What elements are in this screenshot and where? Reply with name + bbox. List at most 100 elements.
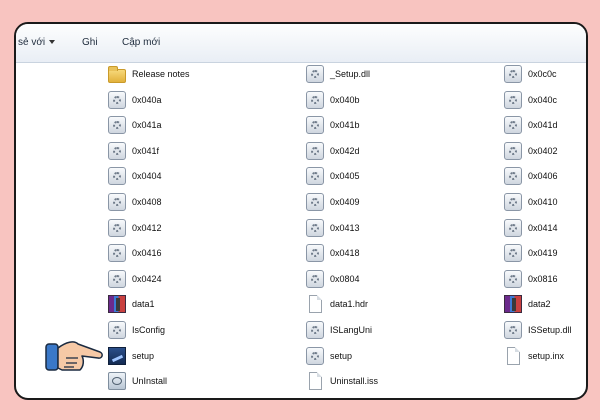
file-item[interactable]: Release notes	[108, 63, 293, 85]
file-item[interactable]: _Setup.dll	[306, 63, 491, 85]
file-name: 0x041f	[132, 145, 160, 156]
file-item[interactable]: 0x0404	[108, 165, 293, 187]
file-item[interactable]: 0x042d	[306, 140, 491, 162]
dll-gear-icon	[108, 167, 126, 186]
file-item[interactable]: 0x0424	[108, 268, 293, 290]
file-name: _Setup.dll	[330, 69, 371, 79]
file-name: 0x0405	[330, 171, 360, 182]
dll-gear-icon	[306, 65, 324, 83]
file-item[interactable]: 0x0419	[504, 242, 586, 264]
file-item[interactable]: 0x0414	[504, 217, 586, 239]
file-item[interactable]: 0x0402	[504, 140, 586, 162]
file-item[interactable]: 0x0804	[306, 268, 491, 290]
file-name: 0x041a	[132, 120, 162, 131]
file-name: 0x040a	[132, 94, 162, 105]
archive-icon	[504, 295, 522, 314]
file-item[interactable]: 0x0418	[306, 242, 491, 264]
file-name: 0x0410	[528, 197, 558, 207]
file-item[interactable]: setup.inx	[504, 345, 586, 367]
dll-gear-icon	[306, 244, 324, 263]
file-name: IsConfig	[132, 325, 166, 335]
file-item[interactable]: 0x0816	[504, 268, 586, 290]
dll-gear-icon	[108, 269, 126, 288]
archive-icon	[108, 295, 126, 314]
dll-gear-icon	[504, 269, 522, 288]
share-with-button[interactable]: sẻ với	[18, 37, 56, 48]
file-name: 0x0804	[330, 273, 360, 284]
file-name: setup	[330, 350, 353, 361]
file-name: data2	[528, 299, 551, 310]
file-item[interactable]: ISSetup.dll	[504, 319, 586, 341]
file-name: 0x0424	[132, 273, 162, 284]
file-item[interactable]: UnInstall	[108, 370, 293, 392]
file-item[interactable]: data1.hdr	[306, 293, 491, 315]
file-name: 0x042d	[330, 145, 360, 156]
file-name: 0x0c0c	[528, 69, 557, 79]
file-item[interactable]: 0x0410	[504, 191, 586, 213]
dll-gear-icon	[504, 90, 522, 109]
file-item[interactable]: 0x041b	[306, 114, 491, 136]
file-item[interactable]: 0x041d	[504, 114, 586, 136]
file-item[interactable]: data2	[504, 293, 586, 315]
file-item[interactable]: 0x0413	[306, 217, 491, 239]
file-item[interactable]: 0x041f	[108, 140, 293, 162]
file-item[interactable]: setup	[108, 345, 293, 367]
dll-gear-icon	[504, 141, 522, 160]
dll-gear-icon	[108, 321, 126, 339]
dll-gear-icon	[504, 218, 522, 237]
file-item[interactable]: 0x0412	[108, 217, 293, 239]
file-name: 0x0816	[528, 273, 558, 284]
uninstall-icon	[108, 372, 126, 391]
dll-gear-icon	[108, 116, 126, 135]
file-item[interactable]: 0x040c	[504, 89, 586, 111]
file-item[interactable]: 0x0408	[108, 191, 293, 213]
file-name: 0x0418	[330, 248, 360, 259]
dll-gear-icon	[504, 65, 522, 83]
file-item[interactable]: 0x0405	[306, 165, 491, 187]
file-name: 0x041d	[528, 120, 558, 131]
file-item[interactable]: IsConfig	[108, 319, 293, 341]
file-item[interactable]: setup	[306, 345, 491, 367]
folder-icon	[108, 66, 126, 83]
dll-gear-icon	[306, 90, 324, 109]
file-item[interactable]: 0x0416	[108, 242, 293, 264]
file-item[interactable]: Uninstall.iss	[306, 370, 491, 392]
dll-gear-icon	[306, 167, 324, 186]
file-item[interactable]: 0x040b	[306, 89, 491, 111]
file-name: 0x040c	[528, 94, 558, 105]
burn-button[interactable]: Ghi	[82, 37, 98, 48]
file-item[interactable]: 0x0406	[504, 165, 586, 187]
dll-gear-icon	[306, 141, 324, 160]
blank-file-icon	[309, 372, 322, 391]
file-name: setup	[132, 350, 155, 361]
file-name: 0x0419	[528, 248, 558, 259]
file-name: data1.hdr	[330, 299, 369, 310]
file-item[interactable]: data1	[108, 293, 293, 315]
dll-gear-icon	[306, 346, 324, 365]
share-with-label: sẻ với	[18, 37, 46, 48]
file-name: 0x0413	[330, 222, 360, 233]
setup-installer-icon	[108, 346, 126, 365]
file-name: 0x040b	[330, 94, 360, 105]
file-name: 0x0409	[330, 197, 360, 207]
dll-gear-icon	[108, 218, 126, 237]
file-name: ISSetup.dll	[528, 325, 572, 335]
dll-gear-icon	[306, 193, 324, 211]
blank-file-icon	[309, 295, 322, 314]
file-item[interactable]: 0x0409	[306, 191, 491, 213]
file-name: 0x0404	[132, 171, 162, 182]
file-item[interactable]: 0x040a	[108, 89, 293, 111]
file-item[interactable]: ISLangUni	[306, 319, 491, 341]
file-name: Uninstall.iss	[330, 376, 379, 387]
file-name: 0x0414	[528, 222, 558, 233]
file-name: setup.inx	[528, 350, 565, 361]
file-item[interactable]: 0x041a	[108, 114, 293, 136]
dll-gear-icon	[306, 218, 324, 237]
dll-gear-icon	[108, 244, 126, 263]
dll-gear-icon	[306, 321, 324, 339]
new-folder-button[interactable]: Cập mới	[122, 37, 160, 48]
file-item[interactable]: 0x0c0c	[504, 63, 586, 85]
file-name: UnInstall	[132, 376, 168, 387]
dll-gear-icon	[108, 193, 126, 211]
dll-gear-icon	[504, 116, 522, 135]
